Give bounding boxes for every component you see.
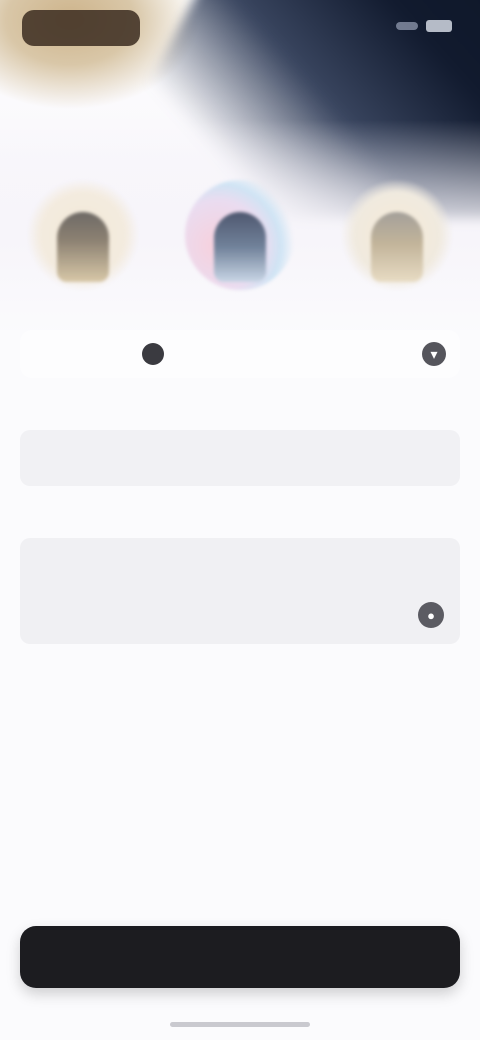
- avatar-figure: [371, 212, 423, 282]
- home-indicator: [170, 1022, 310, 1027]
- mic-icon[interactable]: ●: [418, 602, 444, 628]
- avatar-picker: [28, 180, 452, 290]
- signal-icon: [396, 22, 418, 30]
- field1-input[interactable]: [20, 430, 460, 486]
- avatar-option-3[interactable]: [342, 180, 452, 290]
- prompt-textarea[interactable]: ●: [20, 538, 460, 644]
- status-bar: [396, 20, 452, 32]
- voice-selector[interactable]: ▾: [20, 330, 460, 378]
- selected-voice-avatar: [142, 343, 164, 365]
- battery-icon: [426, 20, 452, 32]
- chevron-down-icon[interactable]: ▾: [422, 342, 446, 366]
- avatar-figure: [214, 212, 266, 282]
- avatar-option-1[interactable]: [28, 180, 138, 290]
- brand-logo[interactable]: [22, 10, 140, 46]
- primary-action-button[interactable]: [20, 926, 460, 988]
- avatar-figure: [57, 212, 109, 282]
- avatar-option-2[interactable]: [185, 180, 295, 290]
